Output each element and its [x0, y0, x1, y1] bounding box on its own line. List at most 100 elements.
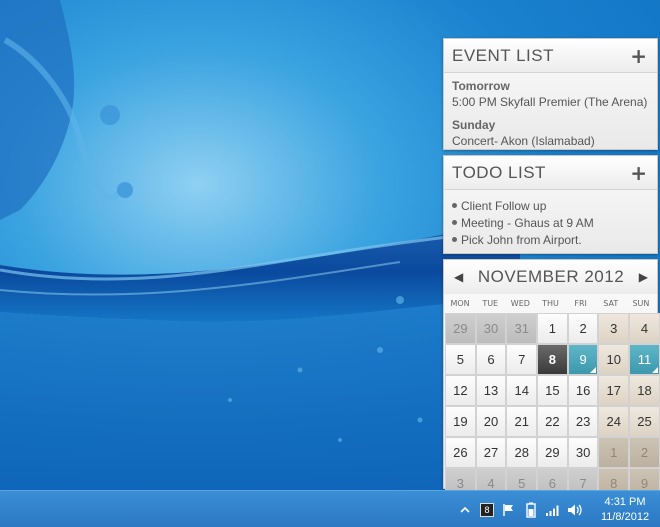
calendar-day-number: 5: [518, 476, 526, 491]
taskbar: 8 4:31 PM 11/8/2012: [0, 490, 660, 527]
todo-item[interactable]: Meeting - Ghaus at 9 AM: [452, 214, 649, 231]
calendar-day[interactable]: 18: [629, 375, 660, 406]
calendar-day-event[interactable]: 9: [567, 344, 599, 375]
calendar-day[interactable]: 19: [445, 406, 476, 437]
calendar-day-number: 19: [453, 414, 468, 429]
calendar-day-number: 9: [640, 476, 649, 491]
calendar-day[interactable]: 27: [475, 437, 507, 468]
calendar-day[interactable]: 3: [598, 313, 630, 344]
calendar-day[interactable]: 10: [598, 344, 630, 375]
calendar-day[interactable]: 2: [567, 313, 599, 344]
calendar-day[interactable]: 1: [598, 437, 630, 468]
calendar-day-number: 11: [637, 352, 652, 367]
event-item[interactable]: Concert- Akon (Islamabad): [452, 134, 649, 148]
event-group: Sunday Concert- Akon (Islamabad): [452, 118, 649, 148]
todo-list-body: Client Follow up Meeting - Ghaus at 9 AM…: [444, 190, 657, 248]
battery-icon[interactable]: [522, 500, 540, 520]
previous-month-icon[interactable]: ◀: [454, 270, 463, 284]
event-item[interactable]: 5:00 PM Skyfall Premier (The Arena): [452, 95, 649, 109]
calendar-day-number: 22: [545, 414, 560, 429]
bullet-icon: [452, 237, 457, 242]
calendar-day[interactable]: 26: [445, 437, 476, 468]
calendar-day-number: 25: [637, 414, 652, 429]
calendar-day[interactable]: 30: [567, 437, 599, 468]
calendar-day-number: 6: [548, 476, 557, 491]
calendar-day[interactable]: 5: [445, 344, 476, 375]
calendar-day[interactable]: 14: [506, 375, 538, 406]
badge-icon[interactable]: 8: [478, 500, 496, 520]
calendar-widget: ◀ NOVEMBER 2012 ▶ MON TUE WED THU FRI SA…: [443, 259, 660, 499]
day-of-week-row: MON TUE WED THU FRI SAT SUN: [444, 294, 657, 313]
calendar-day-number: 30: [575, 445, 591, 460]
calendar-day-number: 16: [575, 383, 591, 398]
badge-count: 8: [480, 502, 494, 517]
calendar-day-number: 29: [453, 321, 468, 336]
event-list-header: EVENT LIST +: [444, 39, 657, 73]
todo-item[interactable]: Client Follow up: [452, 197, 649, 214]
calendar-day[interactable]: 13: [475, 375, 507, 406]
taskbar-clock[interactable]: 4:31 PM 11/8/2012: [594, 495, 656, 525]
calendar-day[interactable]: 16: [567, 375, 599, 406]
event-day-label: Tomorrow: [452, 79, 510, 93]
calendar-day-number: 8: [610, 476, 618, 491]
calendar-day[interactable]: 22: [537, 406, 568, 437]
calendar-day-number: 14: [514, 383, 529, 398]
calendar-grid: 29 30 31 1 2 3 4 5 6 7 8 9 10 11 12 13 14 15 16 17 18 19 20 21 2…: [444, 313, 660, 500]
event-marker-icon: [590, 367, 597, 373]
chevron-up-icon[interactable]: [456, 500, 474, 520]
todo-item-label: Meeting - Ghaus at 9 AM: [461, 215, 594, 230]
calendar-day[interactable]: 2: [629, 437, 660, 468]
bullet-icon: [452, 203, 457, 208]
day-of-week-label: THU: [542, 299, 559, 308]
calendar-day-event[interactable]: 11: [629, 344, 660, 375]
calendar-day[interactable]: 28: [506, 437, 538, 468]
calendar-day-number: 13: [483, 383, 499, 398]
next-month-icon[interactable]: ▶: [639, 270, 648, 284]
day-of-week-label: SAT: [603, 299, 619, 308]
bullet-icon: [452, 220, 457, 225]
event-group: Tomorrow 5:00 PM Skyfall Premier (The Ar…: [452, 79, 649, 109]
day-of-week-label: TUE: [482, 299, 499, 308]
calendar-day-number: 8: [548, 352, 557, 367]
add-todo-button[interactable]: +: [630, 163, 647, 183]
calendar-day[interactable]: 6: [475, 344, 507, 375]
speaker-icon[interactable]: [566, 500, 584, 520]
calendar-day-number: 4: [487, 476, 495, 491]
calendar-day-number: 2: [640, 445, 649, 460]
calendar-day[interactable]: 1: [537, 313, 568, 344]
calendar-month-title: NOVEMBER 2012: [477, 267, 625, 286]
todo-item[interactable]: Pick John from Airport.: [452, 231, 649, 248]
calendar-day-number: 6: [487, 352, 495, 367]
signal-icon[interactable]: [544, 500, 562, 520]
calendar-day[interactable]: 20: [475, 406, 507, 437]
day-of-week-label: FRI: [574, 299, 587, 308]
clock-time: 4:31 PM: [604, 495, 646, 508]
add-event-button[interactable]: +: [630, 46, 647, 66]
calendar-day[interactable]: 21: [506, 406, 538, 437]
calendar-day[interactable]: 17: [598, 375, 630, 406]
calendar-day-number: 1: [610, 445, 618, 460]
calendar-day[interactable]: 25: [629, 406, 660, 437]
calendar-day[interactable]: 31: [506, 313, 538, 344]
calendar-day-number: 20: [483, 414, 499, 429]
system-tray: 8 4:31 PM 11/8/2012: [456, 491, 660, 527]
calendar-day[interactable]: 24: [598, 406, 630, 437]
calendar-day-number: 7: [518, 352, 526, 367]
calendar-day[interactable]: 29: [537, 437, 568, 468]
calendar-day[interactable]: 23: [567, 406, 599, 437]
calendar-day-number: 18: [637, 383, 652, 398]
calendar-day-number: 17: [606, 383, 622, 398]
calendar-day-number: 2: [579, 321, 587, 336]
calendar-day[interactable]: 29: [445, 313, 476, 344]
calendar-day-number: 21: [514, 414, 529, 429]
calendar-day[interactable]: 7: [506, 344, 538, 375]
calendar-day[interactable]: 4: [629, 313, 660, 344]
todo-list-widget: TODO LIST + Client Follow up Meeting - G…: [443, 155, 658, 254]
calendar-day-today[interactable]: 8: [537, 344, 568, 375]
day-of-week-label: MON: [450, 299, 470, 308]
calendar-day[interactable]: 15: [537, 375, 568, 406]
flag-icon[interactable]: [500, 500, 518, 520]
calendar-day-number: 24: [606, 414, 622, 429]
calendar-day[interactable]: 30: [475, 313, 507, 344]
calendar-day[interactable]: 12: [445, 375, 476, 406]
